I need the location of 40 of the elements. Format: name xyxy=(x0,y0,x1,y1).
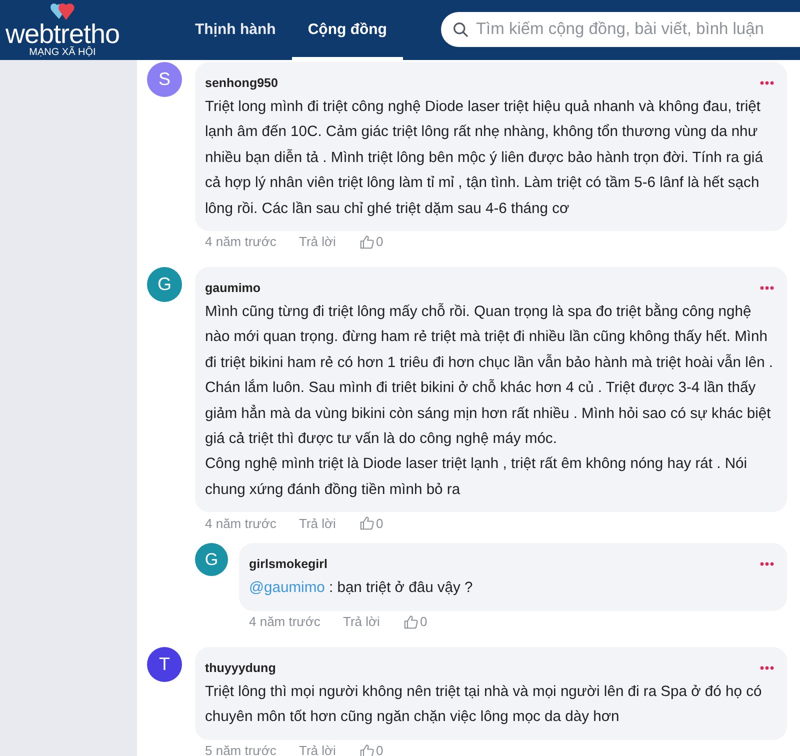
user-avatar: G xyxy=(195,543,228,576)
thumbs-up-icon xyxy=(360,516,374,530)
thumbs-up-icon xyxy=(360,235,374,250)
comment-text: @gaumimo : bạn triệt ở đâu vậy ? xyxy=(249,579,474,598)
heart-logo-icon xyxy=(50,2,76,22)
user-avatar: S xyxy=(147,62,182,97)
like-button[interactable]: 0 xyxy=(360,740,384,756)
reply-button[interactable]: Trả lời xyxy=(343,612,404,632)
username[interactable]: gaumimo xyxy=(205,280,261,296)
more-options-icon[interactable] xyxy=(760,666,774,670)
more-options-icon[interactable] xyxy=(760,286,774,290)
user-avatar: T xyxy=(147,646,182,682)
timestamp: 5 năm trước xyxy=(205,742,278,756)
like-button[interactable]: 0 xyxy=(404,612,428,632)
timestamp: 4 năm trước xyxy=(249,612,322,631)
like-button[interactable]: 0 xyxy=(360,232,384,252)
reply-button[interactable]: Trả lời xyxy=(299,232,360,252)
username[interactable]: girlsmokegirl xyxy=(249,556,328,572)
reply-button[interactable]: Trả lời xyxy=(299,740,360,756)
nav-tab[interactable]: Thịnh hành xyxy=(179,0,292,60)
comment-text: Triệt long mình đi triệt công nghệ Diode laser triệt hiệu quả nhanh và không đau, triệt lạnh âm đến 10C. Cảm giác triệt lông rất nhẹ nhàng, không tổn thương vùng da như nhiều bạn diễn tả . Mình triệt lông bên mộc ý liên được bảo hành trọn đời. Tính ra giá cả hợp lý nhân viên triệt lông làm tỉ mỉ , tận tình. Làm triệt có tầm 5-6 lânf là hết sạch lông rồi. Các lần sau chỉ ghé triệt dặm sau 4-6 tháng cơ xyxy=(205,98,764,219)
comment-text: Triệt lông thì mọi người không nên triệt tại nhà và mọi người lên đi ra Spa ở đó họ có chuyên môn tốt hơn cũng ngăn chặn việc lông mọc da dày hơn xyxy=(205,682,763,728)
like-button[interactable]: 0 xyxy=(360,514,384,534)
more-options-icon[interactable] xyxy=(760,562,774,566)
more-options-icon[interactable] xyxy=(760,81,774,85)
comment-text: Công nghệ mình triệt là Diode laser triệt lạnh , triệt rất êm không nóng hay rát . Nói chung xứng đánh đồng tiền mình bỏ ra xyxy=(205,455,748,500)
search-field[interactable]: Tìm kiếm cộng đồng, bài viết, bình luận xyxy=(440,12,800,47)
thumbs-up-icon xyxy=(404,614,418,629)
timestamp: 4 năm trước xyxy=(205,233,278,252)
timestamp: 4 năm trước xyxy=(205,514,278,533)
comment-text: Mình cũng từng đi triệt lông mấy chỗ rồi. Quan trọng là spa đo triệt bằng công nghệ nào mới quan trọng. đừng ham rẻ triệt mà triệt đi nhiều lần cũng không thấy hết. Mình đi triệt bikini ham rẻ có hơn 1 triêu đi hơn chục lần vẫn bảo hành mà triệt hoài vẫn lên . Chán lắm luôn. Sau mình đi triêt bikini ở chỗ khác hơn 4 củ . Triệt được 3-4 lần thấy giảm hẳn mà da vùng bikini còn sáng mịn hơn rất nhiều . Mình hỏi sao có sự khác biệt giá cả triệt thì được tư vấn là do công nghệ máy móc. xyxy=(205,302,774,450)
logo-wordmark[interactable]: webtretho xyxy=(5,21,120,47)
username[interactable]: senhong950 xyxy=(205,75,278,91)
logo-tagline: MẠNG XÃ HỘI xyxy=(29,47,96,59)
search-icon xyxy=(452,22,468,37)
thumbs-up-icon xyxy=(360,744,374,756)
user-avatar: G xyxy=(147,267,182,302)
username[interactable]: thuyyydung xyxy=(205,660,276,676)
reply-button[interactable]: Trả lời xyxy=(299,514,360,534)
mention-link[interactable]: @gaumimo xyxy=(249,580,325,596)
